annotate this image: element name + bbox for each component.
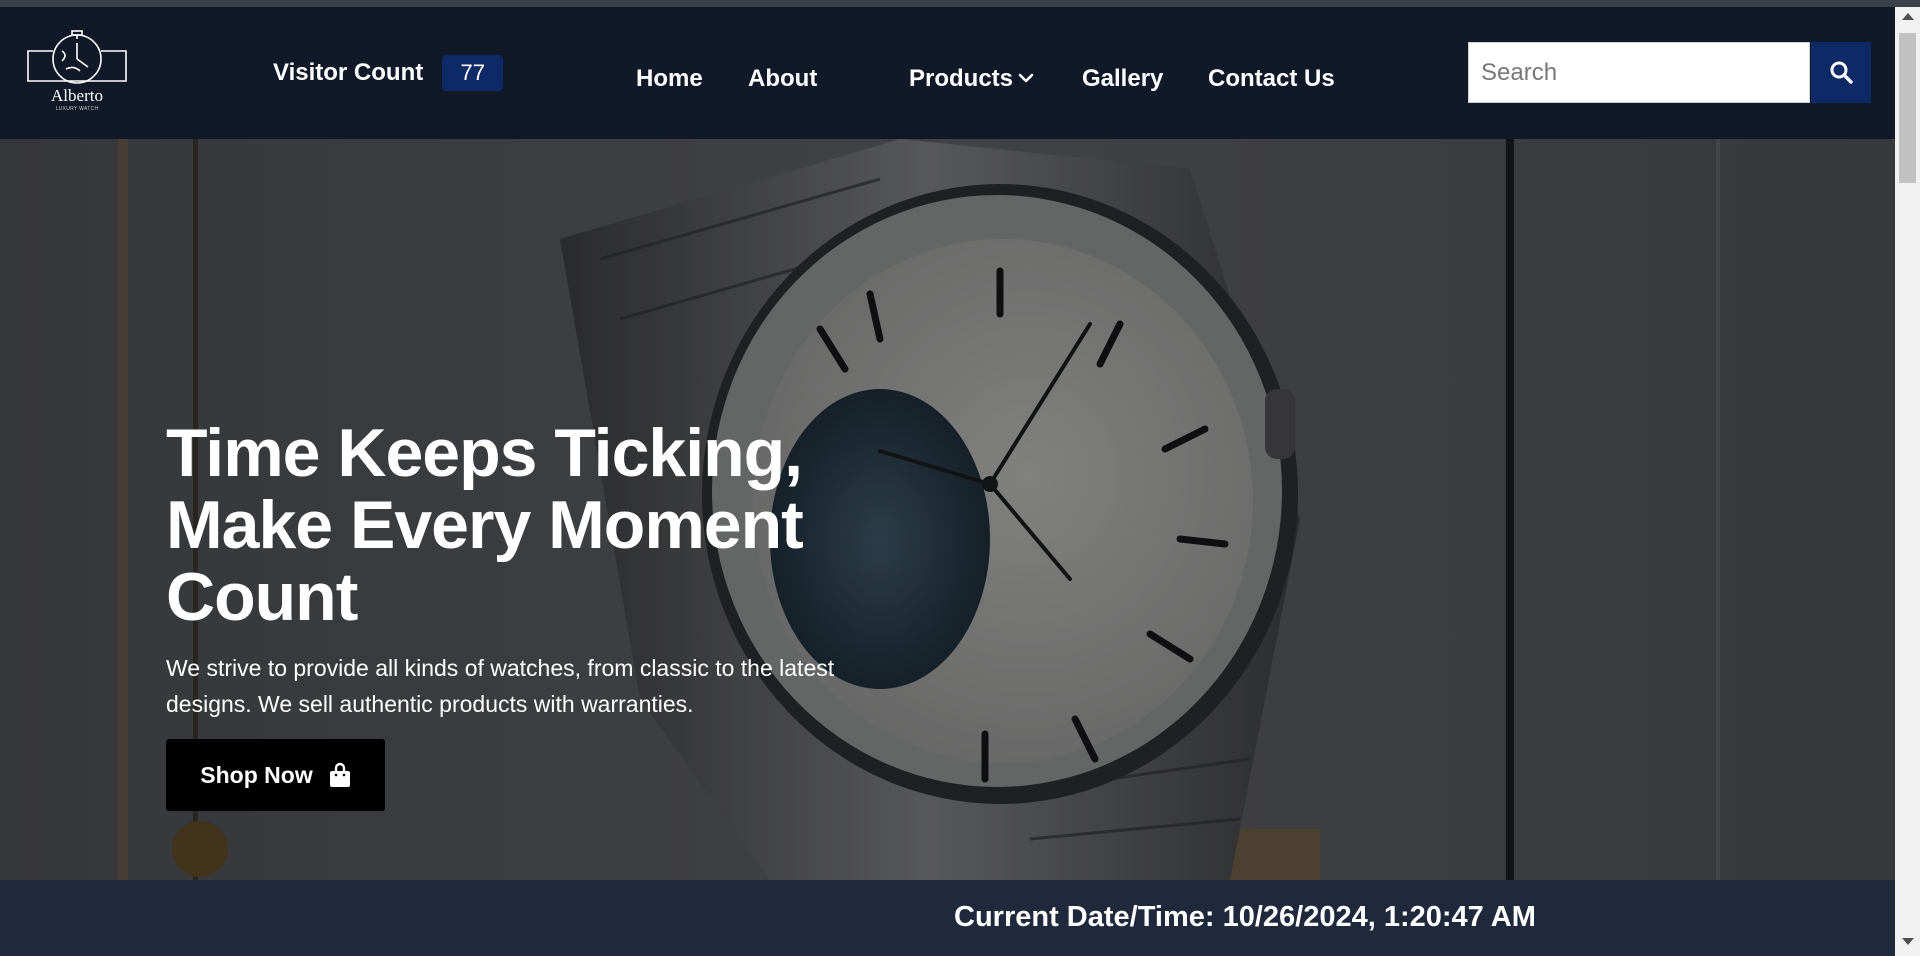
brand-name: Alberto bbox=[51, 86, 103, 105]
scrollbar-thumb[interactable] bbox=[1899, 33, 1916, 183]
search-input[interactable] bbox=[1468, 42, 1810, 103]
chevron-down-icon[interactable] bbox=[1018, 68, 1034, 88]
visitor-count-label: Visitor Count bbox=[273, 59, 424, 86]
hero-description-line-2: designs. We sell authentic products with… bbox=[166, 691, 694, 717]
nav-gallery[interactable]: Gallery bbox=[1082, 65, 1163, 93]
brand-logo[interactable]: Alberto LUXURY WATCH bbox=[22, 29, 132, 121]
hero-title-line-1: Time Keeps Ticking, bbox=[166, 415, 803, 491]
datetime-bar: Current Date/Time: 10/26/2024, 1:20:47 A… bbox=[0, 880, 1895, 956]
hero-title-line-2: Make Every Moment bbox=[166, 487, 804, 563]
nav-about[interactable]: About bbox=[748, 65, 817, 93]
current-datetime: Current Date/Time: 10/26/2024, 1:20:47 A… bbox=[954, 901, 1536, 933]
hero-title: Time Keeps Ticking, Make Every Moment Co… bbox=[166, 417, 926, 633]
search-button[interactable] bbox=[1811, 42, 1871, 103]
browser-top-strip bbox=[0, 0, 1920, 7]
page-scrollbar[interactable] bbox=[1895, 7, 1920, 956]
visitor-count-badge: 77 bbox=[442, 55, 504, 91]
hero-title-line-3: Count bbox=[166, 559, 358, 635]
nav-home[interactable]: Home bbox=[636, 65, 703, 93]
shop-now-label: Shop Now bbox=[200, 761, 313, 788]
visitor-counter: Visitor Count 77 bbox=[273, 55, 504, 91]
watch-logo-icon bbox=[27, 30, 127, 84]
brand-tagline: LUXURY WATCH bbox=[55, 106, 99, 112]
navbar: Alberto LUXURY WATCH Visitor Count 77 Ho… bbox=[0, 7, 1895, 139]
shopping-bag-icon bbox=[329, 762, 350, 787]
nav-contact-us[interactable]: Contact Us bbox=[1208, 65, 1335, 93]
search-icon bbox=[1830, 61, 1853, 84]
scroll-up-arrow-icon[interactable] bbox=[1902, 13, 1914, 20]
hero-section: Time Keeps Ticking, Make Every Moment Co… bbox=[0, 139, 1895, 880]
hero-description-line-1: We strive to provide all kinds of watche… bbox=[166, 655, 835, 681]
shop-now-button[interactable]: Shop Now bbox=[166, 739, 385, 811]
scroll-down-arrow-icon[interactable] bbox=[1902, 938, 1914, 945]
nav-products[interactable]: Products bbox=[909, 65, 1013, 93]
hero-description: We strive to provide all kinds of watche… bbox=[166, 650, 886, 722]
